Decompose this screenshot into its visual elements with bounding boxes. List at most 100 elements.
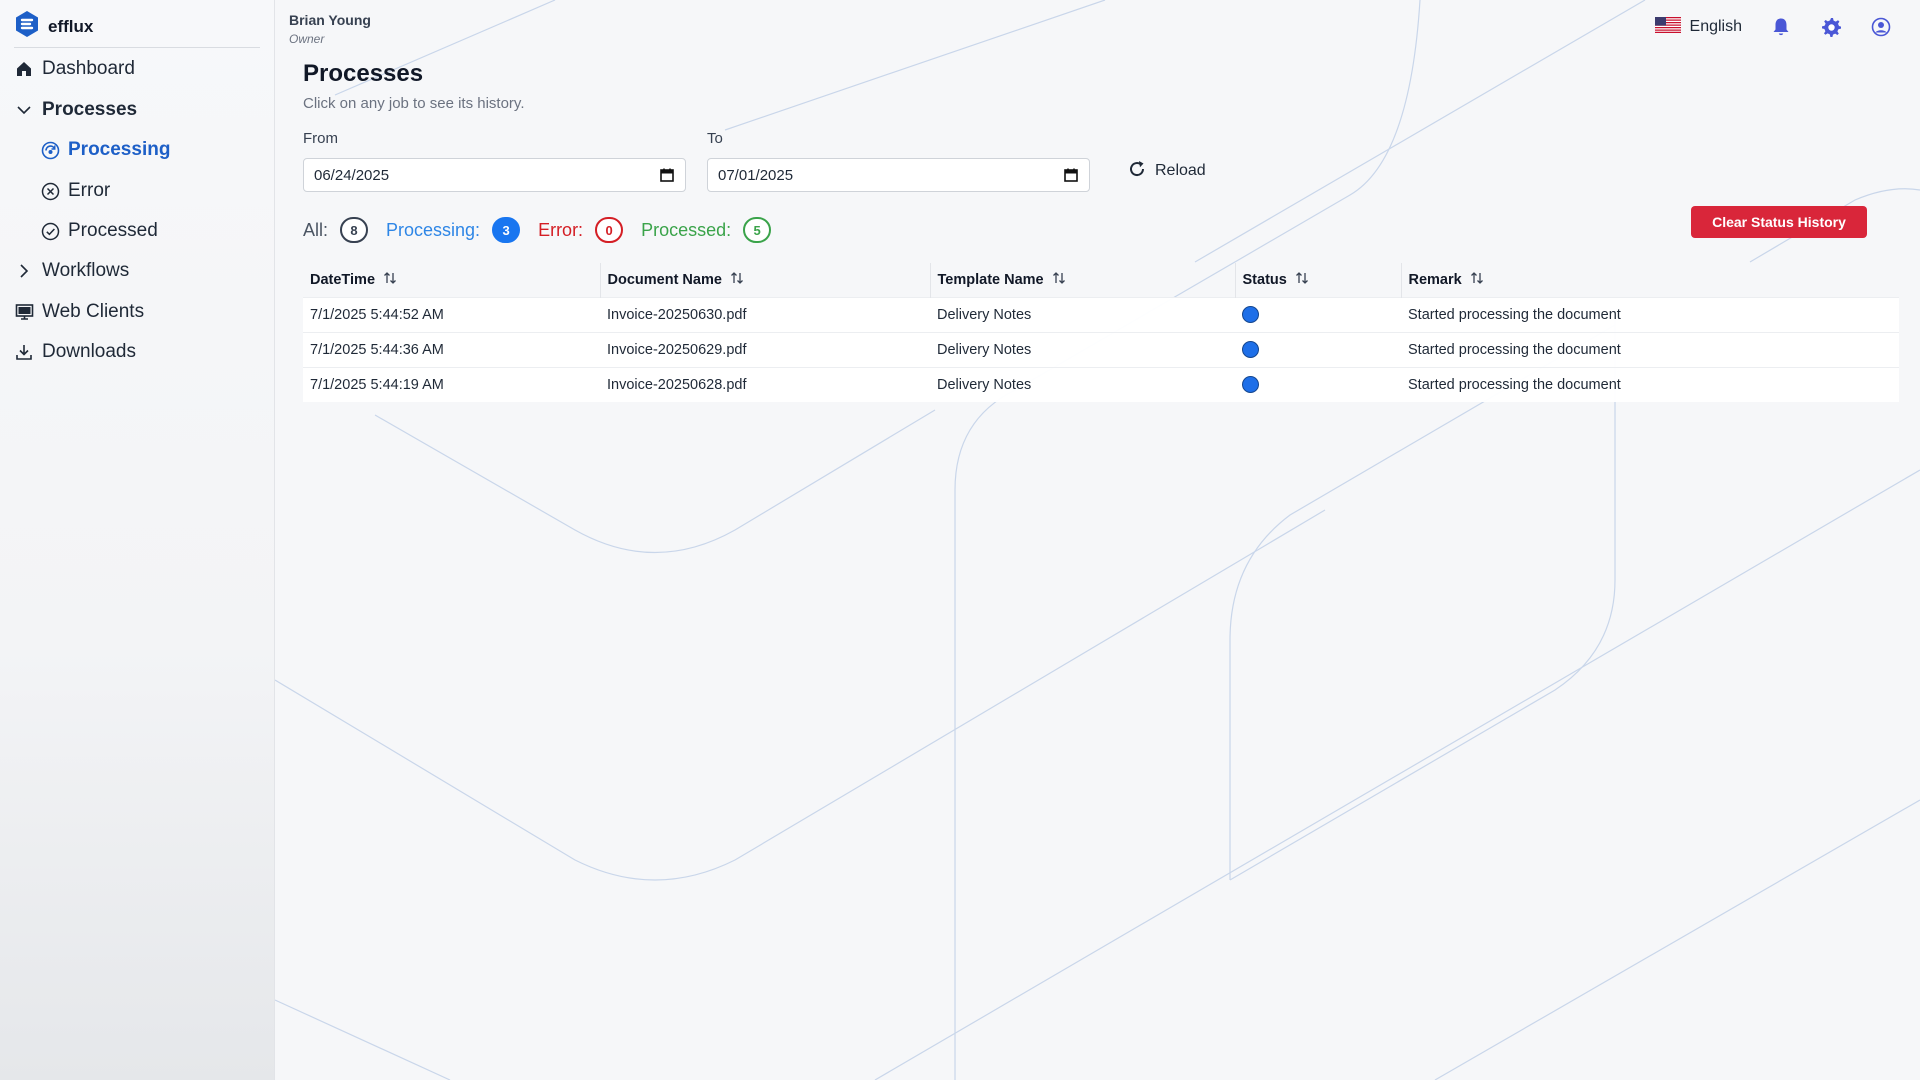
cell-status (1235, 296, 1401, 332)
user-role: Owner (289, 32, 325, 46)
error-circle-icon (40, 181, 60, 201)
filter-error[interactable]: Error: 0 (538, 217, 624, 243)
cell-remark: Started processing the document (1401, 296, 1899, 332)
cell-datetime: 7/1/2025 5:44:52 AM (303, 296, 600, 332)
filter-all[interactable]: All: 8 (303, 217, 369, 243)
status-processing-dot (1242, 376, 1259, 394)
filter-error-label: Error: (538, 219, 584, 240)
bell-icon[interactable] (1770, 16, 1792, 38)
filter-error-count: 0 (595, 217, 624, 243)
sort-icon (1052, 271, 1066, 289)
calendar-icon[interactable] (1063, 167, 1079, 183)
sidebar-item-error[interactable]: Error (40, 176, 110, 206)
gear-icon[interactable] (1820, 16, 1842, 38)
filter-processing-label: Processing: (386, 219, 481, 240)
column-label: Status (1242, 271, 1287, 288)
from-label: From (303, 130, 338, 147)
column-label: DateTime (310, 271, 376, 288)
table-row[interactable]: 7/1/2025 5:44:36 AM Invoice-20250629.pdf… (303, 331, 1899, 367)
monitor-icon (14, 302, 34, 322)
cell-remark: Started processing the document (1401, 331, 1899, 367)
filter-processing-count: 3 (492, 217, 521, 243)
sidebar-item-downloads[interactable]: Downloads (14, 337, 136, 367)
status-processing-dot (1242, 306, 1259, 323)
home-icon (14, 59, 34, 79)
cell-datetime: 7/1/2025 5:44:19 AM (303, 366, 600, 402)
download-icon (14, 342, 34, 362)
column-header-template-name[interactable]: Template Name (929, 263, 1235, 297)
table-row[interactable]: 7/1/2025 5:44:52 AM Invoice-20250630.pdf… (303, 296, 1899, 332)
sort-icon (1470, 271, 1484, 289)
chevron-down-icon (14, 100, 34, 120)
to-date-value: 07/01/2025 (718, 166, 794, 184)
language-selector[interactable]: English (1654, 16, 1742, 38)
sidebar-item-processing[interactable]: Processing (40, 135, 170, 165)
from-date-input[interactable]: 06/24/2025 (303, 158, 686, 192)
brand-name: efflux (48, 16, 94, 36)
topbar-actions: English (1654, 16, 1892, 38)
sidebar-item-label: Downloads (42, 341, 136, 362)
sidebar-item-workflows[interactable]: Workflows (14, 256, 129, 286)
efflux-logo-icon (14, 10, 40, 43)
filter-all-count: 8 (340, 217, 369, 243)
filter-processed-label: Processed: (641, 219, 732, 240)
sidebar-item-web-clients[interactable]: Web Clients (14, 297, 144, 327)
cell-document-name: Invoice-20250628.pdf (600, 366, 930, 402)
filter-processed[interactable]: Processed: 5 (641, 217, 772, 243)
column-label: Remark (1408, 271, 1462, 288)
sidebar-item-label: Web Clients (42, 301, 145, 322)
column-label: Document Name (607, 271, 722, 288)
column-header-remark[interactable]: Remark (1400, 263, 1899, 297)
sidebar-item-label: Processed (68, 220, 158, 241)
column-label: Template Name (937, 271, 1044, 288)
sidebar-item-label: Processing (68, 139, 171, 160)
sort-icon (1295, 271, 1309, 289)
cell-remark: Started processing the document (1401, 366, 1899, 402)
column-header-document-name[interactable]: Document Name (599, 263, 930, 297)
calendar-icon[interactable] (659, 167, 675, 183)
sidebar-item-label: Dashboard (42, 58, 135, 79)
page-subtitle: Click on any job to see its history. (303, 95, 525, 112)
cell-document-name: Invoice-20250629.pdf (600, 331, 930, 367)
sidebar-item-label: Processes (42, 99, 138, 120)
sidebar-divider (14, 47, 260, 48)
reload-label: Reload (1155, 162, 1206, 179)
to-label: To (707, 130, 723, 147)
status-processing-dot (1242, 341, 1259, 358)
column-header-status[interactable]: Status (1234, 263, 1401, 297)
sidebar: efflux Dashboard Processes Processing Er… (0, 0, 275, 1080)
cell-datetime: 7/1/2025 5:44:36 AM (303, 331, 600, 367)
cell-template-name: Delivery Notes (930, 296, 1235, 332)
column-header-datetime[interactable]: DateTime (303, 263, 600, 297)
cell-document-name: Invoice-20250630.pdf (600, 296, 930, 332)
sidebar-item-processes[interactable]: Processes (14, 95, 137, 125)
filter-processed-count: 5 (743, 217, 772, 243)
from-date-value: 06/24/2025 (314, 166, 390, 184)
sidebar-item-label: Workflows (42, 260, 130, 281)
sort-icon (730, 271, 744, 289)
check-circle-icon (40, 221, 60, 241)
reload-button[interactable]: Reload (1127, 158, 1206, 184)
page-title: Processes (303, 60, 424, 87)
table-header-row: DateTime Document Name Template Name Sta… (303, 263, 1899, 297)
to-date-input[interactable]: 07/01/2025 (707, 158, 1090, 192)
sidebar-item-dashboard[interactable]: Dashboard (14, 54, 135, 84)
us-flag-icon (1654, 16, 1681, 38)
user-info: Brian Young Owner (289, 12, 371, 46)
processes-table: DateTime Document Name Template Name Sta… (303, 263, 1899, 402)
cell-status (1235, 331, 1401, 367)
cell-template-name: Delivery Notes (930, 331, 1235, 367)
filter-processing[interactable]: Processing: 3 (386, 217, 521, 243)
sort-icon (383, 271, 397, 289)
table-row[interactable]: 7/1/2025 5:44:19 AM Invoice-20250628.pdf… (303, 366, 1899, 402)
user-profile-icon[interactable] (1870, 16, 1892, 38)
language-label: English (1689, 18, 1742, 35)
cell-status (1235, 366, 1401, 402)
user-name: Brian Young (289, 12, 371, 28)
clear-status-history-button[interactable]: Clear Status History (1691, 206, 1867, 238)
refresh-icon (1127, 159, 1147, 184)
cell-template-name: Delivery Notes (930, 366, 1235, 402)
status-filters: All: 8 Processing: 3 Error: 0 Processed:… (303, 217, 789, 243)
brand[interactable]: efflux (14, 10, 93, 43)
sidebar-item-processed[interactable]: Processed (40, 216, 158, 246)
